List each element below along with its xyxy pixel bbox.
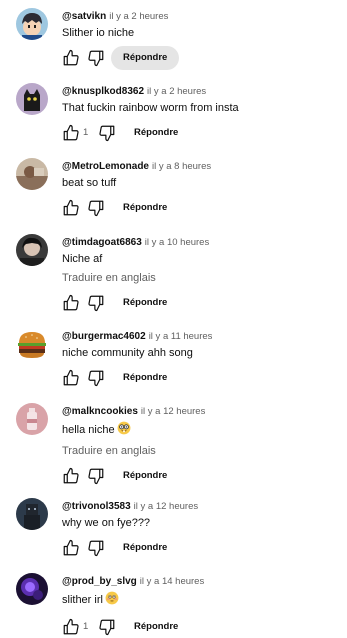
thumbs-down-icon[interactable] (87, 199, 105, 217)
comment-actions: 1 Répondre (62, 616, 339, 638)
comment-text: niche community ahh song (62, 347, 193, 359)
thumbs-down-icon[interactable] (87, 539, 105, 557)
comment-actions: 1 Répondre (62, 122, 339, 144)
comment-actions: Répondre (62, 367, 339, 389)
reply-button[interactable]: Répondre (123, 367, 167, 389)
thumbs-down-icon[interactable] (87, 294, 105, 312)
comment-author[interactable]: @MetroLemonade (62, 161, 149, 172)
reply-button[interactable]: Répondre (111, 46, 180, 70)
comment-actions: Répondre (62, 292, 339, 314)
thumbs-down-icon[interactable] (98, 618, 116, 636)
flushed-face-emoji (105, 591, 119, 610)
comment-author[interactable]: @knusplkod8362 (62, 86, 144, 97)
dark-character-avatar[interactable] (16, 234, 48, 266)
like-count: 1 (83, 621, 89, 632)
comment-timestamp[interactable]: il y a 12 heures (141, 406, 205, 417)
comment-author[interactable]: @burgermac4602 (62, 331, 146, 342)
thumbs-down-icon[interactable] (98, 124, 116, 142)
thumbs-up-icon[interactable] (62, 49, 80, 67)
thumbs-down-icon[interactable] (87, 369, 105, 387)
thumbs-up-icon[interactable] (62, 539, 80, 557)
comment-timestamp[interactable]: il y a 14 heures (140, 576, 204, 587)
roblox-avatar[interactable] (16, 498, 48, 530)
thumbs-up-icon[interactable] (62, 618, 80, 636)
translate-link[interactable]: Traduire en anglais (62, 271, 339, 286)
comment-text: why we on fye??? (62, 517, 151, 529)
comment-text: hella niche (62, 421, 339, 440)
reply-button[interactable]: Répondre (123, 537, 167, 559)
comment-actions: Répondre (62, 46, 339, 70)
comment-timestamp[interactable]: il y a 10 heures (145, 237, 209, 248)
comment-author[interactable]: @prod_by_slvg (62, 576, 137, 587)
comment-text: slither irl (62, 591, 339, 610)
comment-author[interactable]: @timdagoat6863 (62, 237, 142, 248)
thumbs-up-icon[interactable] (62, 467, 80, 485)
thumbs-up-icon[interactable] (62, 294, 80, 312)
burger-avatar[interactable] (16, 328, 48, 360)
photo-avatar[interactable] (16, 158, 48, 190)
comment-actions: Répondre (62, 197, 339, 219)
comment-timestamp[interactable]: il y a 11 heures (149, 331, 213, 342)
black-cat-avatar[interactable] (16, 83, 48, 115)
thumbs-down-icon[interactable] (87, 49, 105, 67)
like-count: 1 (83, 127, 89, 138)
thumbs-down-icon[interactable] (87, 467, 105, 485)
comment-timestamp[interactable]: il y a 12 heures (134, 501, 198, 512)
comment-timestamp[interactable]: il y a 2 heures (147, 86, 206, 97)
comment-author[interactable]: @malkncookies (62, 406, 138, 417)
comment-text-value: slither irl (62, 594, 103, 606)
thumbs-up-icon[interactable] (62, 369, 80, 387)
comment-text-value: hella niche (62, 424, 115, 436)
comment-text: beat so tuff (62, 177, 117, 189)
comment-author[interactable]: @trivonol3583 (62, 501, 131, 512)
reply-button[interactable]: Répondre (134, 616, 178, 638)
reply-button[interactable]: Répondre (123, 292, 167, 314)
purple-glow-avatar[interactable] (16, 573, 48, 605)
bottle-avatar[interactable] (16, 403, 48, 435)
comment-author[interactable]: @satvikn (62, 11, 106, 22)
comment-actions: Répondre (62, 537, 339, 559)
translate-link[interactable]: Traduire en anglais (62, 444, 339, 459)
comment-text: That fuckin rainbow worm from insta (62, 102, 239, 114)
anime-boy-avatar[interactable] (16, 8, 48, 40)
comment-text: Niche af (62, 253, 103, 265)
comment-text: Slither io niche (62, 27, 135, 39)
comment-actions: Répondre (62, 465, 339, 487)
comment-timestamp[interactable]: il y a 2 heures (109, 11, 168, 22)
comment-timestamp[interactable]: il y a 8 heures (152, 161, 211, 172)
reply-button[interactable]: Répondre (123, 465, 167, 487)
thumbs-up-icon[interactable] (62, 124, 80, 142)
reply-button[interactable]: Répondre (134, 122, 178, 144)
thumbs-up-icon[interactable] (62, 199, 80, 217)
nerd-face-emoji (117, 421, 131, 440)
comments-list: @satvikn il y a 2 heures Slither io niche… (0, 0, 347, 638)
reply-button[interactable]: Répondre (123, 197, 167, 219)
